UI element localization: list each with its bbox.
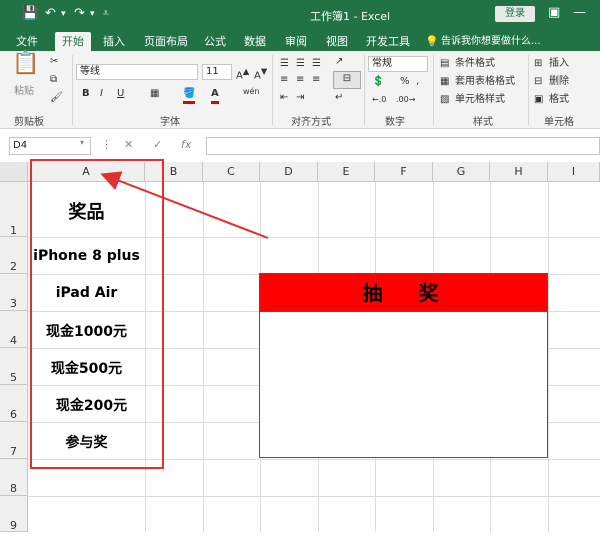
lottery-box[interactable]: 抽奖 — [259, 273, 548, 458]
lottery-title: 抽奖 — [260, 274, 547, 312]
